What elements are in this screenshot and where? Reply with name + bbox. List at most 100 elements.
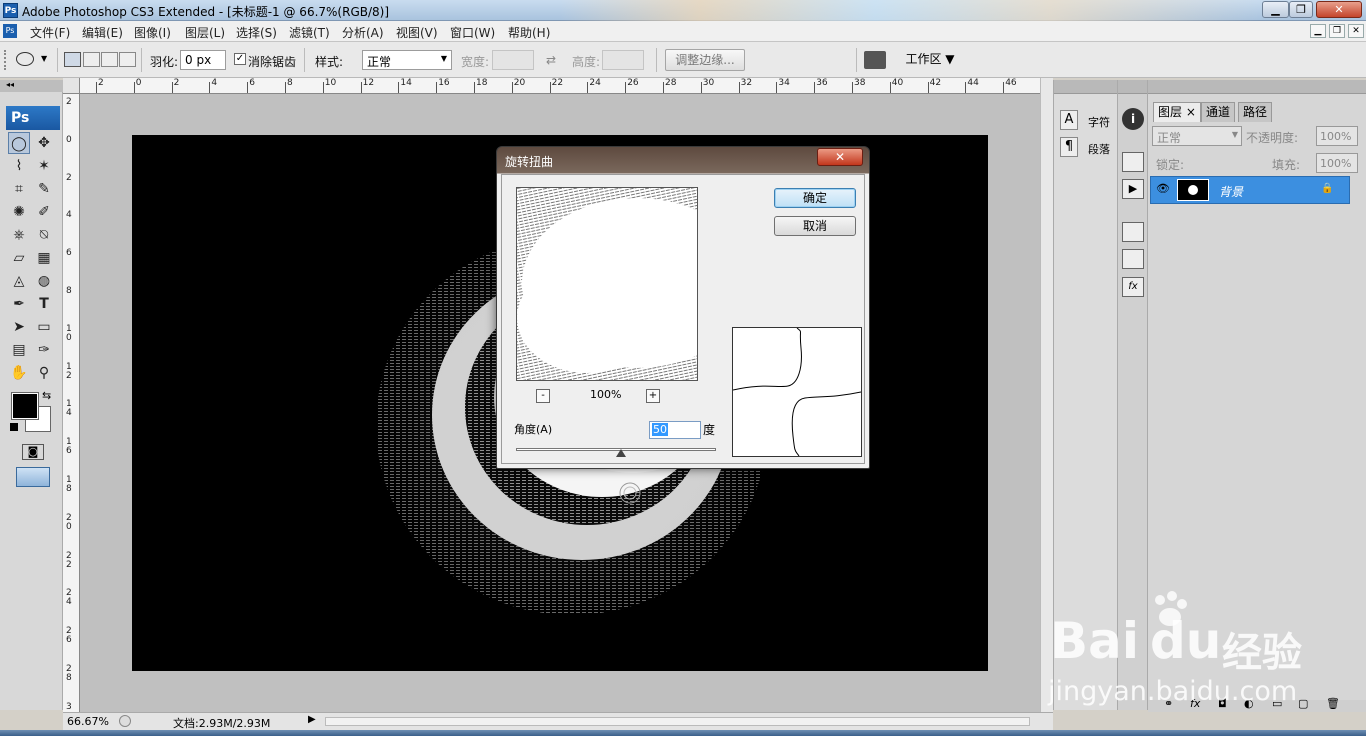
tab-channels[interactable]: 通道	[1201, 102, 1236, 122]
rectangle-tool-icon[interactable]: ▭	[33, 316, 55, 338]
dock-header[interactable]	[1054, 80, 1117, 94]
bridge-icon[interactable]	[864, 51, 886, 69]
history-brush-tool-icon[interactable]: ⍉	[33, 224, 55, 246]
visibility-eye-icon[interactable]: 👁	[1156, 182, 1170, 195]
dodge-tool-icon[interactable]: ◍	[33, 270, 55, 292]
menu-help[interactable]: 帮助(H)	[508, 24, 550, 41]
paragraph-panel-label[interactable]: 段落	[1088, 141, 1110, 157]
move-tool-icon[interactable]: ✥	[33, 132, 55, 154]
antialias-checkbox[interactable]: ✓	[234, 53, 246, 65]
new-selection-icon[interactable]	[64, 52, 81, 67]
status-info-icon[interactable]	[119, 715, 131, 727]
delete-layer-icon[interactable]: 🗑	[1326, 697, 1340, 710]
layers-panel-header[interactable]	[1148, 80, 1366, 94]
info-panel-icon[interactable]: i	[1122, 108, 1144, 130]
swap-colors-icon[interactable]: ⇆	[42, 389, 51, 402]
layer-row-background[interactable]: 👁 背景 🔒	[1150, 176, 1350, 204]
clone-stamp-tool-icon[interactable]: ⎈	[8, 224, 30, 246]
brush-tool-icon[interactable]: ✐	[33, 201, 55, 223]
horizontal-ruler[interactable]: 2 0 2 4 6 8 10 12 14 16 18 20 22 24 26 28 30 32 34 36 38 40 42…	[80, 78, 1040, 94]
close-button[interactable]: ✕	[1316, 1, 1362, 18]
lasso-tool-icon[interactable]: ⌇	[8, 155, 30, 177]
menu-filter[interactable]: 滤镜(T)	[289, 24, 330, 41]
width-input[interactable]	[492, 50, 534, 70]
gradient-tool-icon[interactable]: ▦	[33, 247, 55, 269]
magic-wand-tool-icon[interactable]: ✶	[33, 155, 55, 177]
swap-icon[interactable]: ⇄	[546, 53, 556, 67]
ps-menu-icon[interactable]: Ps	[3, 24, 17, 38]
crop-tool-icon[interactable]: ⌗	[8, 178, 30, 200]
zoom-tool-icon[interactable]: ⚲	[33, 362, 55, 384]
slice-tool-icon[interactable]: ✎	[33, 178, 55, 200]
layer-name[interactable]: 背景	[1219, 183, 1243, 200]
ruler-origin[interactable]	[63, 78, 80, 94]
character-panel-icon[interactable]: A	[1060, 110, 1078, 130]
zoom-out-button[interactable]: -	[536, 389, 550, 403]
eyedropper-tool-icon[interactable]: ✑	[33, 339, 55, 361]
foreground-color-swatch[interactable]	[11, 392, 39, 420]
cancel-button[interactable]: 取消	[774, 216, 856, 236]
height-input[interactable]	[602, 50, 644, 70]
swatches-panel-icon[interactable]	[1122, 249, 1144, 269]
angle-input[interactable]: 50	[649, 421, 701, 439]
angle-slider-thumb[interactable]	[616, 449, 626, 457]
screen-mode-icon[interactable]	[16, 467, 50, 487]
color-panel-icon[interactable]	[1122, 222, 1144, 242]
eraser-tool-icon[interactable]: ▱	[8, 247, 30, 269]
blur-tool-icon[interactable]: ◬	[8, 270, 30, 292]
character-panel-label[interactable]: 字符	[1088, 114, 1110, 130]
zoom-in-button[interactable]: +	[646, 389, 660, 403]
menu-select[interactable]: 选择(S)	[236, 24, 277, 41]
ok-button[interactable]: 确定	[774, 188, 856, 208]
notes-tool-icon[interactable]: ▤	[8, 339, 30, 361]
doc-minimize-button[interactable]: ▁	[1310, 24, 1326, 38]
maximize-button[interactable]: ❐	[1289, 1, 1313, 18]
menu-view[interactable]: 视图(V)	[396, 24, 438, 41]
tab-layers[interactable]: 图层 ×	[1153, 102, 1201, 122]
quick-mask-icon[interactable]: ◙	[22, 444, 44, 460]
actions-panel-icon[interactable]: ▶	[1122, 179, 1144, 199]
path-selection-tool-icon[interactable]: ➤	[8, 316, 30, 338]
type-tool-icon[interactable]: T	[33, 293, 55, 315]
history-panel-icon[interactable]	[1122, 152, 1144, 172]
workspace-button[interactable]: 工作区 ▼	[897, 49, 963, 71]
feather-input[interactable]: 0 px	[180, 50, 226, 70]
opacity-input[interactable]: 100%	[1316, 126, 1358, 146]
minimize-button[interactable]: ▁	[1262, 1, 1289, 18]
canvas-horizontal-scrollbar[interactable]	[325, 717, 1030, 726]
toolbox-header[interactable]: ◂◂	[0, 80, 63, 92]
menu-image[interactable]: 图像(I)	[134, 24, 171, 41]
filter-preview[interactable]	[516, 187, 698, 381]
status-menu-arrow-icon[interactable]: ▶	[308, 714, 316, 725]
healing-brush-tool-icon[interactable]: ✺	[8, 201, 30, 223]
vertical-ruler[interactable]: 2 0 2 4 6 8 1 0 1 2 1 4 1 6 1 8 2 0 2 2 2 4 2 6 2 8 3	[63, 94, 80, 712]
zoom-level[interactable]: 66.67%	[67, 715, 109, 728]
ellipse-marquee-tool-icon[interactable]: ◯	[8, 132, 30, 154]
menu-edit[interactable]: 编辑(E)	[82, 24, 123, 41]
dialog-close-button[interactable]: ✕	[817, 148, 863, 166]
menu-layer[interactable]: 图层(L)	[185, 24, 225, 41]
menu-analysis[interactable]: 分析(A)	[342, 24, 384, 41]
new-layer-icon[interactable]: ▢	[1298, 697, 1308, 710]
hand-tool-icon[interactable]: ✋	[8, 362, 30, 384]
menu-file[interactable]: 文件(F)	[30, 24, 70, 41]
paragraph-panel-icon[interactable]: ¶	[1060, 137, 1078, 157]
style-select[interactable]: 正常 ▼	[362, 50, 452, 70]
ellipse-marquee-icon[interactable]	[16, 52, 34, 66]
refine-edge-button[interactable]: 调整边缘...	[665, 49, 745, 71]
doc-restore-button[interactable]: ❐	[1329, 24, 1345, 38]
menu-window[interactable]: 窗口(W)	[450, 24, 495, 41]
blend-mode-select[interactable]: 正常 ▼	[1152, 126, 1242, 146]
doc-close-button[interactable]: ✕	[1348, 24, 1364, 38]
add-selection-icon[interactable]	[83, 52, 100, 67]
pen-tool-icon[interactable]: ✒	[8, 293, 30, 315]
options-grip[interactable]	[4, 50, 8, 70]
tab-paths[interactable]: 路径	[1238, 102, 1273, 122]
subtract-selection-icon[interactable]	[101, 52, 118, 67]
styles-panel-icon[interactable]: fx	[1122, 277, 1144, 297]
fill-input[interactable]: 100%	[1316, 153, 1358, 173]
icon-dock-header[interactable]	[1118, 80, 1147, 94]
default-colors-icon[interactable]	[10, 423, 18, 431]
intersect-selection-icon[interactable]	[119, 52, 136, 67]
tool-preset-chevron-icon[interactable]: ▼	[41, 54, 47, 63]
